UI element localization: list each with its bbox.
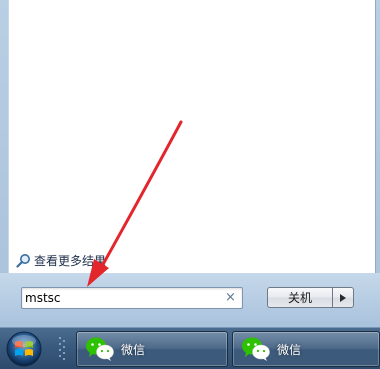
taskbar-item-wechat-1[interactable]: 微信 bbox=[76, 331, 228, 367]
desktop-screen: 查看更多结果 × 关机 bbox=[0, 0, 380, 369]
start-menu: 查看更多结果 × 关机 bbox=[0, 0, 380, 327]
shutdown-controls: 关机 bbox=[267, 287, 354, 308]
start-orb-icon[interactable] bbox=[4, 330, 44, 368]
search-input[interactable] bbox=[25, 289, 215, 307]
shutdown-button[interactable]: 关机 bbox=[267, 287, 332, 308]
taskbar-item-wechat-2[interactable]: 微信 bbox=[232, 331, 380, 367]
see-more-results-link[interactable]: 查看更多结果 bbox=[16, 252, 106, 269]
shutdown-label: 关机 bbox=[287, 291, 312, 305]
magnifier-icon bbox=[16, 254, 30, 268]
wechat-icon bbox=[242, 337, 270, 361]
search-results-panel bbox=[8, 0, 376, 273]
wechat-icon bbox=[86, 337, 114, 361]
clear-search-icon[interactable]: × bbox=[224, 291, 237, 304]
taskbar-item-label: 微信 bbox=[121, 342, 146, 357]
taskbar-grip-handle[interactable] bbox=[58, 334, 66, 364]
see-more-results-label: 查看更多结果 bbox=[34, 254, 107, 268]
chevron-right-icon bbox=[340, 293, 346, 302]
taskbar-item-label: 微信 bbox=[277, 342, 302, 357]
taskbar: 微信 微信 bbox=[0, 327, 380, 369]
shutdown-options-button[interactable] bbox=[332, 287, 354, 308]
search-box[interactable]: × bbox=[21, 287, 243, 309]
